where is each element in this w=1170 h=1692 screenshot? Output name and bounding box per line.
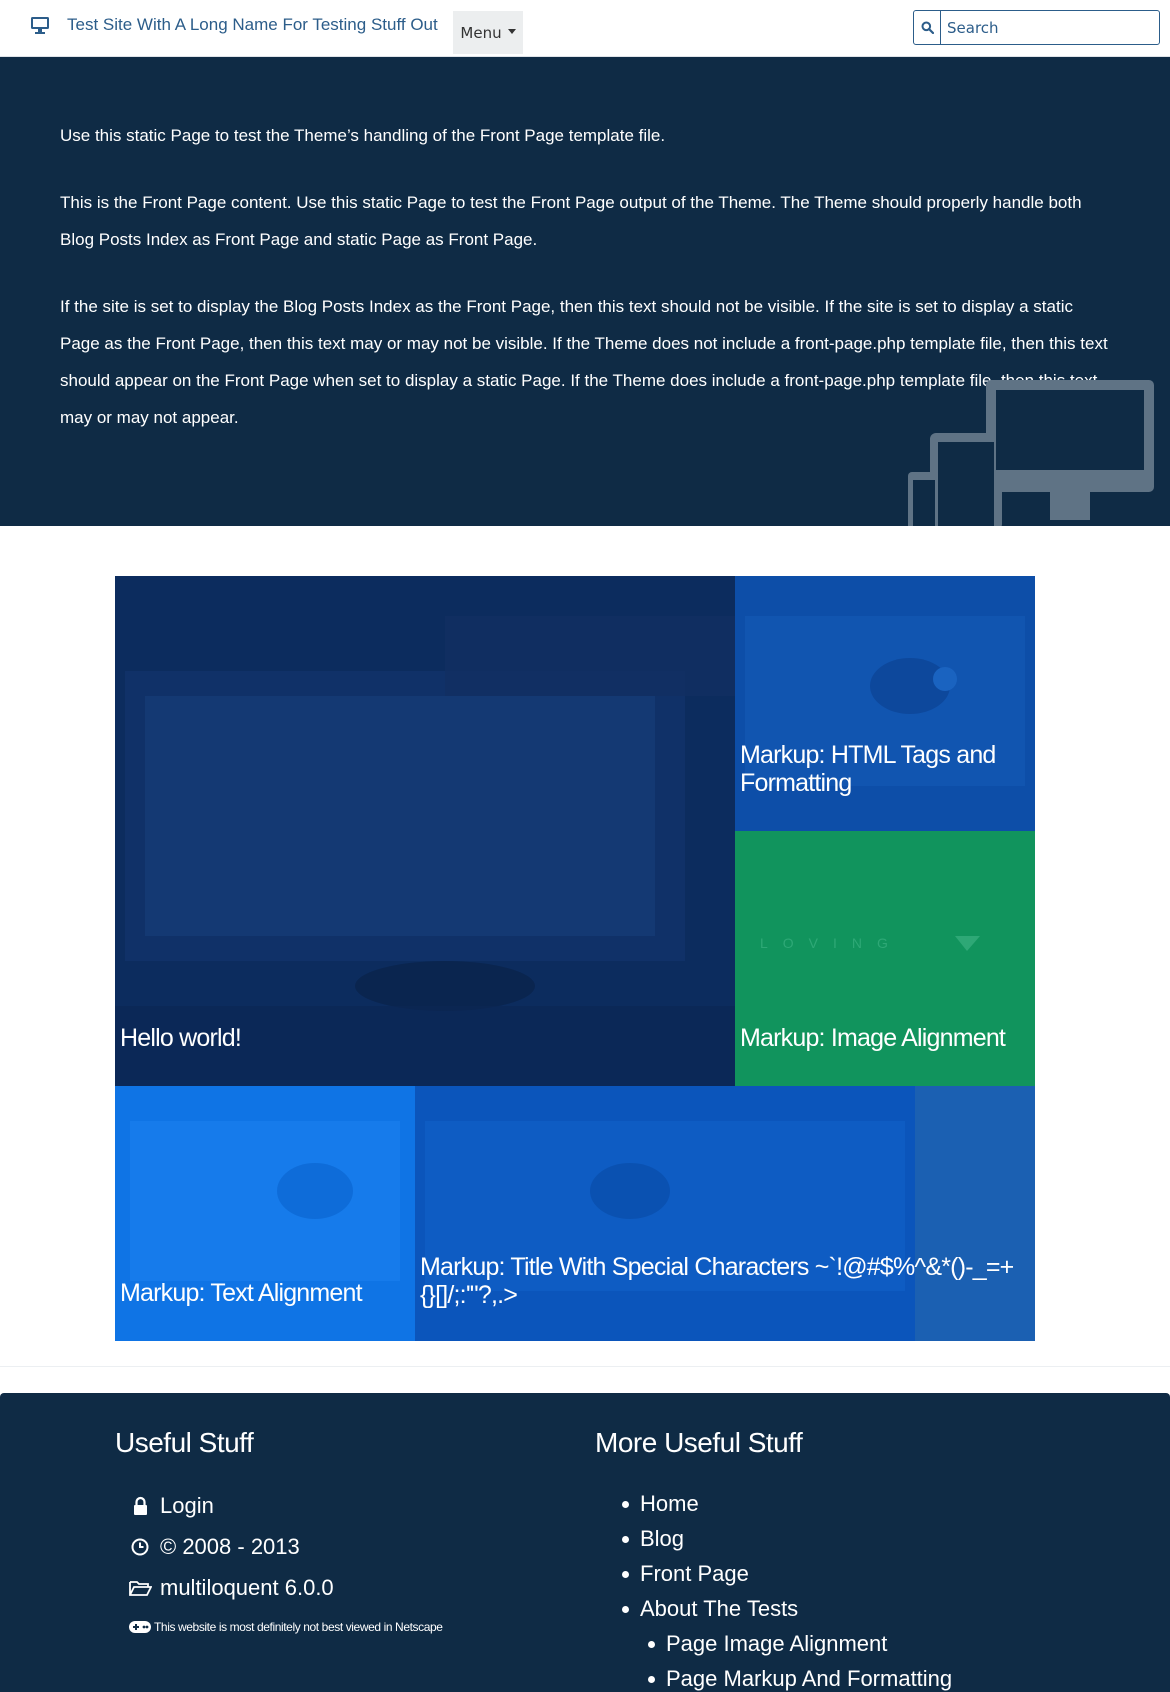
search-button[interactable] bbox=[914, 11, 941, 44]
post-tile-text-alignment[interactable]: Markup: Text Alignment bbox=[115, 1086, 415, 1341]
site-title: Test Site With A Long Name For Testing S… bbox=[67, 15, 438, 34]
folder-open-icon bbox=[129, 1580, 152, 1596]
footer-link-front-page[interactable]: Front Page bbox=[621, 1556, 798, 1591]
version-item: multiloquent 6.0.0 bbox=[128, 1567, 334, 1608]
desktop-icon bbox=[31, 17, 49, 34]
post-tile-hello-world[interactable]: Hello world! bbox=[115, 576, 735, 1086]
more-useful-stuff-list: Home Blog Front Page About The Tests bbox=[621, 1486, 798, 1626]
svg-text:LOVING: LOVING bbox=[760, 935, 903, 951]
version-text: multiloquent 6.0.0 bbox=[160, 1575, 334, 1600]
gamepad-icon bbox=[129, 1621, 151, 1633]
menu-label: Menu bbox=[460, 23, 502, 42]
login-link[interactable]: Login bbox=[128, 1485, 334, 1526]
footer-link-blog[interactable]: Blog bbox=[621, 1521, 798, 1556]
clock-icon bbox=[131, 1538, 149, 1555]
footer-column-title: Useful Stuff bbox=[115, 1427, 254, 1458]
footer-link-home[interactable]: Home bbox=[621, 1486, 798, 1521]
post-tile-title: Hello world! bbox=[120, 1024, 242, 1052]
copyright-item: © 2008 - 2013 bbox=[128, 1526, 334, 1567]
caret-down-icon bbox=[507, 28, 516, 34]
hero-paragraph: This is the Front Page content. Use this… bbox=[60, 193, 1082, 249]
netscape-note: This website is most definitely not best… bbox=[128, 1619, 443, 1635]
post-tile-html-tags[interactable]: Markup: HTML Tags and Formatting bbox=[735, 576, 1035, 831]
hero-paragraph: Use this static Page to test the Theme’s… bbox=[60, 126, 666, 145]
section-divider bbox=[0, 1366, 1170, 1367]
post-thumbnail-image bbox=[115, 576, 735, 1086]
site-footer: Useful Stuff Login © 2008 - 2013 multilo… bbox=[0, 1393, 1170, 1692]
search-box bbox=[913, 10, 1160, 45]
site-brand-link[interactable]: Test Site With A Long Name For Testing S… bbox=[30, 15, 438, 35]
post-tile-title: Markup: HTML Tags and Formatting bbox=[740, 741, 996, 797]
netscape-note-text: This website is most definitely not best… bbox=[154, 1620, 443, 1634]
footer-link-page-markup-formatting[interactable]: Page Markup And Formatting bbox=[647, 1661, 952, 1692]
footer-link-about-the-tests[interactable]: About The Tests bbox=[621, 1591, 798, 1626]
post-tile-title: Markup: Image Alignment bbox=[740, 1024, 1006, 1052]
top-navbar: Test Site With A Long Name For Testing S… bbox=[0, 0, 1170, 57]
footer-column-title: More Useful Stuff bbox=[595, 1427, 803, 1458]
useful-stuff-list: Login © 2008 - 2013 multiloquent 6.0.0 bbox=[128, 1485, 334, 1608]
lock-icon bbox=[134, 1496, 147, 1515]
post-tiles-grid: Hello world! Markup: HTML Tags and Forma… bbox=[115, 576, 1035, 1341]
copyright-text: © 2008 - 2013 bbox=[160, 1534, 300, 1559]
post-tile-special-characters[interactable]: Markup: Title With Special Characters ~`… bbox=[415, 1086, 1035, 1341]
post-tile-title: Markup: Title With Special Characters ~`… bbox=[420, 1253, 1014, 1309]
menu-dropdown-button[interactable]: Menu bbox=[453, 11, 523, 54]
more-useful-stuff-sublist: Page Image Alignment Page Markup And For… bbox=[647, 1626, 952, 1692]
post-tile-title: Markup: Text Alignment bbox=[120, 1279, 363, 1307]
responsive-devices-icon bbox=[908, 380, 1154, 526]
post-tile-image-alignment[interactable]: LOVING Markup: Image Alignment bbox=[735, 831, 1035, 1086]
front-page-hero: Use this static Page to test the Theme’s… bbox=[0, 57, 1170, 526]
login-label: Login bbox=[160, 1493, 214, 1518]
search-icon bbox=[921, 21, 934, 34]
search-input[interactable] bbox=[941, 11, 1159, 44]
footer-link-page-image-alignment[interactable]: Page Image Alignment bbox=[647, 1626, 952, 1661]
